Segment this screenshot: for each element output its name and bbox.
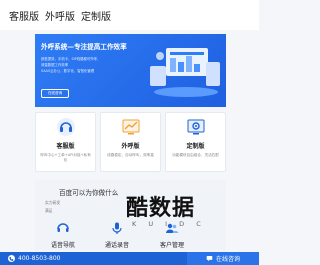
banner-title: 外呼系统—专注提高工作效率 <box>41 43 127 51</box>
online-consult-label: 在线咨询 <box>215 256 240 263</box>
card-desc: 功能模块自由组合，灵活匹配 <box>172 153 219 157</box>
headset-icon <box>57 223 69 232</box>
hero-banner: 外呼系统—专注提高工作效率 销售提效，手机卡、SIP线路都可外呼， 请量数据工作… <box>35 34 226 107</box>
nav-item-dingzhi[interactable]: 定制版 <box>81 8 111 23</box>
card-title: 外呼版 <box>121 143 140 150</box>
bottom-bar: 400-8503-800 在线咨询 <box>0 252 259 265</box>
card-kefu[interactable]: 客服版 呼叫中心+工单+API对接+私有化 <box>35 112 96 172</box>
dashboard-illustration-icon <box>150 48 220 97</box>
service-voice-nav[interactable]: 语音导航 <box>38 220 88 249</box>
online-consult-button[interactable]: 在线咨询 <box>187 252 259 265</box>
chat-icon <box>206 256 213 262</box>
phone-icon <box>8 255 15 262</box>
watermark-text: 酷数据 <box>126 196 196 221</box>
watermark-logo: 酷数据 K U I D C <box>120 186 226 244</box>
card-dingzhi[interactable]: 定制版 功能模块自由组合，灵活匹配 <box>165 112 226 172</box>
gear-icon <box>187 119 204 135</box>
card-title: 客服版 <box>56 143 75 150</box>
phone-button[interactable]: 400-8503-800 <box>0 252 187 265</box>
watermark-subtext: K U I D C <box>132 220 206 228</box>
card-desc: 呼叫中心+工单+API对接+私有化 <box>40 153 91 163</box>
nav-item-waihu[interactable]: 外呼版 <box>45 8 75 23</box>
nav-item-kefu[interactable]: 客服版 <box>9 8 39 23</box>
banner-desc: 销售提效，手机卡、SIP线路都可外呼， 请量数据工作效率 SAAS云办公，数字化… <box>41 56 141 74</box>
help-subtitle-2: 满足 <box>45 208 53 213</box>
banner-consult-button[interactable]: 在线咨询 <box>41 89 69 98</box>
card-desc: 线路稳定，自动呼叫，效率高 <box>107 153 154 157</box>
headset-icon <box>56 118 75 136</box>
help-subtitle: 实力研发 <box>45 200 61 205</box>
card-title: 定制版 <box>186 143 205 150</box>
top-nav: 客服版 外呼版 定制版 <box>0 0 259 30</box>
phone-number: 400-8503-800 <box>18 255 61 262</box>
help-title: 百度可以为你做什么 <box>59 189 119 197</box>
product-cards: 客服版 呼叫中心+工单+API对接+私有化 外呼版 线路稳定，自动呼叫，效率高 … <box>35 112 226 172</box>
banner-desc-line: SAAS云办公，数字化，智慧化管理 <box>41 69 95 73</box>
chart-icon <box>122 119 139 135</box>
card-waihu[interactable]: 外呼版 线路稳定，自动呼叫，效率高 <box>100 112 161 172</box>
service-label: 语音导航 <box>50 242 75 249</box>
